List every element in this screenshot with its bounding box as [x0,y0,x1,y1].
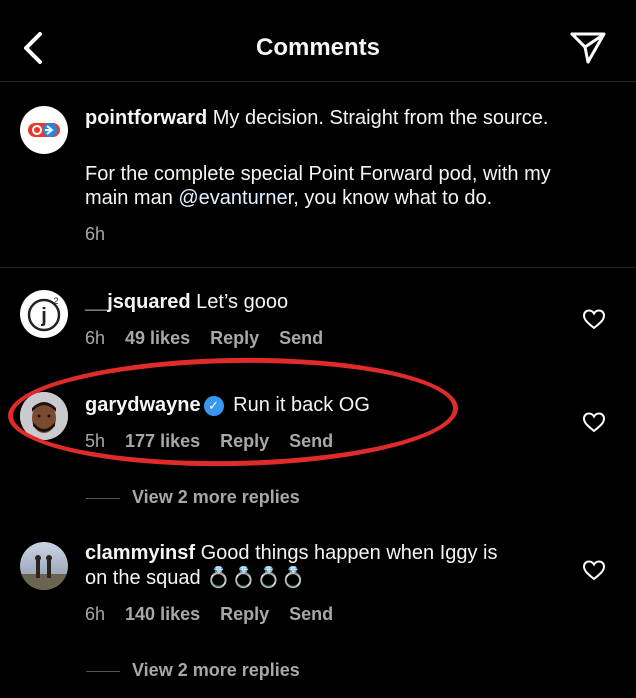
thread-line [86,497,120,499]
avatar-pointforward[interactable] [20,106,68,154]
avatar-jsquared[interactable]: j 2 [20,290,68,338]
pointforward-logo-icon [21,107,67,153]
avatar-clammyinsf[interactable] [20,542,68,590]
comment-meta: 5h 177 likes Reply Send [85,431,353,452]
mention-link[interactable]: @evanturner [178,187,293,209]
comment-meta: 6h 140 likes Reply Send [85,604,353,625]
comment-text-row: clammyinsf Good things happen when Iggy … [85,539,565,567]
comment-timestamp: 6h [85,328,106,348]
caption-timestamp: 6h [85,224,106,244]
view-more-replies-button[interactable]: View 2 more replies [86,487,300,508]
comment-username[interactable]: __jsquared [85,291,191,313]
comment-likes[interactable]: 49 likes [125,328,190,348]
garydwayne-portrait-icon [20,392,68,440]
caption-text-part: , you know what to do. [293,187,493,209]
view-more-replies-label: View 2 more replies [132,487,300,507]
caption-meta: 6h [85,224,125,245]
comment-text: Run it back OG [227,394,370,416]
caption-username[interactable]: pointforward [85,107,207,129]
send-icon[interactable] [568,28,608,68]
svg-text:2: 2 [53,296,58,306]
reply-button[interactable]: Reply [220,604,269,624]
header-bar: Comments [0,0,636,82]
comment-meta: 6h 49 likes Reply Send [85,328,343,349]
comment-likes[interactable]: 177 likes [125,431,200,451]
avatar-garydwayne[interactable] [20,392,68,440]
reply-button[interactable]: Reply [210,328,259,348]
comment-timestamp: 5h [85,431,106,451]
send-button[interactable]: Send [289,431,333,451]
like-heart-icon[interactable] [582,308,606,330]
caption-text-part: main man [85,187,179,209]
send-button[interactable]: Send [289,604,333,624]
thread-line [86,670,120,672]
comment-username[interactable]: garydwayne [85,394,201,416]
page-title: Comments [255,34,381,61]
view-more-replies-button[interactable]: View 2 more replies [86,660,300,681]
send-button[interactable]: Send [279,328,323,348]
reply-button[interactable]: Reply [220,431,269,451]
comment-text-row: __jsquared Let’s gooo [85,288,288,316]
comment-text-row-2: on the squad 💍💍💍💍 [85,564,306,592]
view-more-replies-label: View 2 more replies [132,660,300,680]
jsquared-logo-icon: j 2 [21,291,67,337]
caption-text: My decision. Straight from the source. [207,107,549,129]
verified-badge-icon: ✓ [203,396,224,416]
comment-likes[interactable]: 140 likes [125,604,200,624]
caption-line-3: main man @evanturner, you know what to d… [85,184,625,212]
svg-text:j: j [40,305,47,327]
comment-text-row: garydwayne ✓ Run it back OG [85,391,370,419]
ring-emoji: 💍💍💍💍 [206,567,306,589]
comment-text: on the squad [85,567,207,589]
like-heart-icon[interactable] [582,411,606,433]
like-heart-icon[interactable] [582,559,606,581]
divider [0,267,636,268]
comment-username[interactable]: clammyinsf [85,542,195,564]
clammyinsf-photo-icon [20,542,68,590]
comment-text: Let’s gooo [190,291,289,313]
comment-text: Good things happen when Iggy is [195,542,498,564]
caption-line-1: pointforward My decision. Straight from … [85,104,625,132]
comment-timestamp: 6h [85,604,106,624]
